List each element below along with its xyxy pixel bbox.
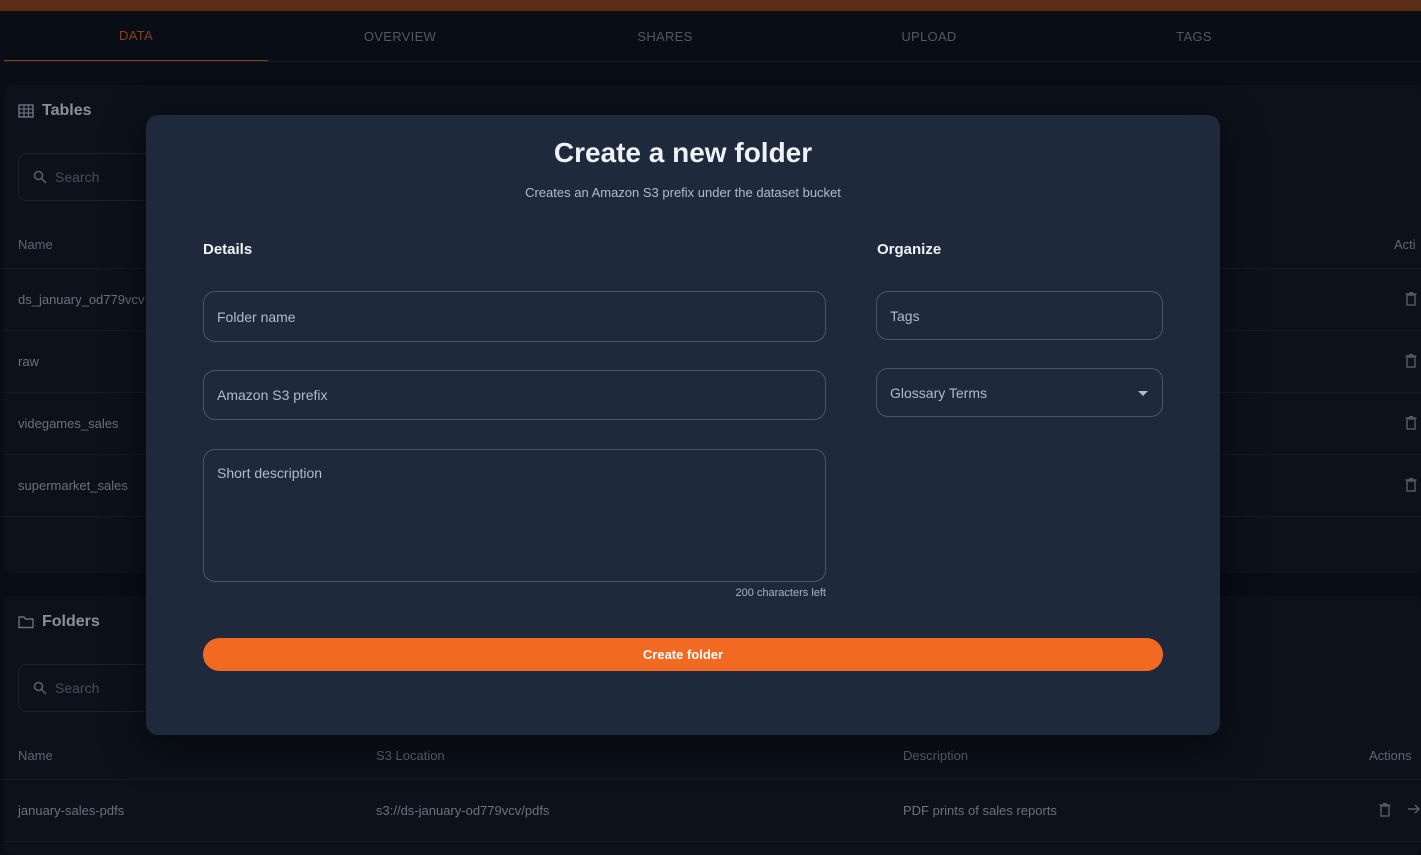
tags-field[interactable]: Tags — [876, 291, 1163, 340]
create-folder-button[interactable]: Create folder — [203, 638, 1163, 671]
folder-name-placeholder: Folder name — [217, 308, 296, 325]
glossary-terms-placeholder: Glossary Terms — [890, 384, 987, 401]
tags-placeholder: Tags — [890, 307, 920, 324]
folder-name-field[interactable]: Folder name — [203, 291, 826, 342]
short-description-field[interactable]: Short description — [203, 449, 826, 582]
s3-prefix-field[interactable]: Amazon S3 prefix — [203, 370, 826, 420]
short-description-placeholder: Short description — [217, 465, 323, 481]
dialog-subtitle: Creates an Amazon S3 prefix under the da… — [525, 185, 841, 200]
details-heading: Details — [203, 241, 253, 258]
chevron-down-icon[interactable] — [1138, 391, 1148, 396]
dialog-title: Create a new folder — [553, 137, 813, 168]
create-folder-dialog: Create a new folder Creates an Amazon S3… — [146, 115, 1220, 735]
glossary-terms-select[interactable]: Glossary Terms — [876, 368, 1163, 417]
organize-heading: Organize — [877, 241, 942, 258]
characters-left-helper: 200 characters left — [735, 587, 827, 599]
s3-prefix-placeholder: Amazon S3 prefix — [217, 387, 328, 403]
